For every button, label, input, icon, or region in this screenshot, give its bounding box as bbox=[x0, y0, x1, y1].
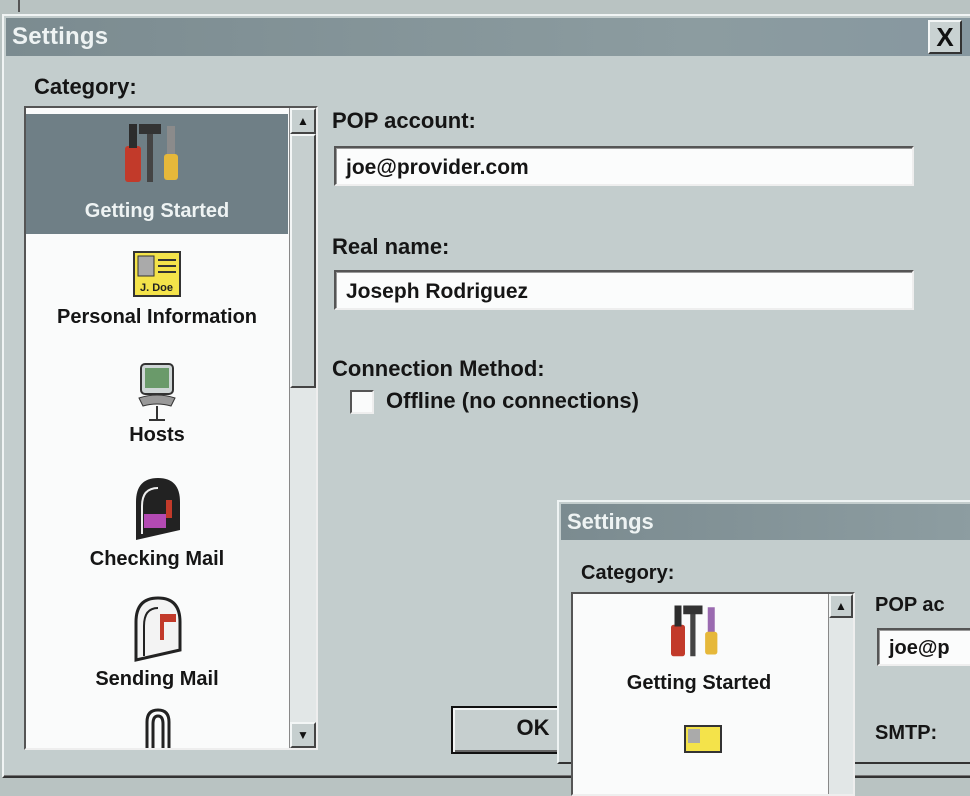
category-list[interactable]: Getting Started J. Doe Personal Informat… bbox=[24, 106, 318, 750]
category-label: Category: bbox=[34, 74, 137, 99]
real-name-label: Real name: bbox=[332, 234, 450, 259]
pop-account-label: POP account: bbox=[332, 108, 476, 133]
tools-icon bbox=[671, 605, 718, 657]
category-item-personal-information[interactable]: J. Doe Personal Information bbox=[26, 248, 288, 348]
scroll-thumb[interactable] bbox=[290, 134, 316, 388]
arrow-up-icon: ▲ bbox=[835, 599, 847, 613]
nested-category-item-getting-started[interactable]: Getting Started bbox=[573, 598, 825, 718]
category-label-text: Checking Mail bbox=[89, 548, 225, 570]
ok-button-label: OK bbox=[516, 715, 550, 740]
nested-pop-account-input[interactable]: joe@p bbox=[877, 628, 970, 666]
nested-smtp-label: SMTP: bbox=[875, 722, 938, 744]
category-item-sending-mail[interactable]: Sending Mail bbox=[26, 590, 288, 700]
paperclip-icon bbox=[145, 708, 171, 748]
nested-category-label: Category: bbox=[581, 562, 675, 584]
category-label-text: Getting Started bbox=[626, 672, 772, 694]
category-scrollbar[interactable]: ▲ ▼ bbox=[289, 108, 316, 748]
dialog-title: Settings bbox=[12, 23, 109, 50]
category-item-hosts[interactable]: Hosts bbox=[26, 358, 288, 458]
nested-scroll-up-button[interactable]: ▲ bbox=[829, 594, 853, 618]
background-edge-line bbox=[18, 0, 20, 12]
computer-icon bbox=[138, 363, 176, 421]
category-label-text: Getting Started bbox=[84, 200, 230, 222]
title-bar: Settings bbox=[6, 18, 970, 56]
arrow-down-icon: ▼ bbox=[297, 728, 309, 742]
category-item-checking-mail[interactable]: Checking Mail bbox=[26, 470, 288, 580]
category-label-text: Sending Mail bbox=[95, 668, 219, 690]
category-label-text: Personal Information bbox=[56, 306, 258, 328]
nested-dialog-title: Settings bbox=[567, 509, 654, 534]
connection-method-label: Connection Method: bbox=[332, 356, 545, 381]
nested-pop-account-label: POP ac bbox=[875, 594, 945, 616]
category-item-getting-started[interactable]: Getting Started bbox=[26, 114, 288, 234]
arrow-up-icon: ▲ bbox=[297, 114, 309, 128]
category-label-text: Hosts bbox=[129, 424, 185, 446]
nested-category-list[interactable]: Getting Started ▲ bbox=[571, 592, 855, 796]
scroll-up-button[interactable]: ▲ bbox=[290, 108, 316, 134]
nested-title-bar: Settings bbox=[561, 504, 970, 540]
svg-text:J. Doe: J. Doe bbox=[140, 282, 173, 294]
id-card-icon: J. Doe bbox=[133, 251, 181, 297]
nested-settings-dialog: Settings Category: Getting Started ▲ POP… bbox=[557, 500, 970, 796]
id-card-icon bbox=[684, 725, 722, 753]
scroll-down-button[interactable]: ▼ bbox=[290, 722, 316, 748]
mailbox-flag-icon bbox=[134, 596, 182, 662]
offline-checkbox[interactable] bbox=[350, 390, 374, 414]
mailbox-icon bbox=[136, 478, 180, 540]
pop-account-input[interactable]: joe@provider.com bbox=[334, 146, 914, 186]
tools-icon bbox=[125, 124, 178, 182]
close-icon: X bbox=[936, 22, 954, 52]
real-name-input[interactable]: Joseph Rodriguez bbox=[334, 270, 914, 310]
offline-checkbox-label[interactable]: Offline (no connections) bbox=[386, 388, 639, 414]
close-button[interactable]: X bbox=[928, 20, 962, 54]
nested-category-scrollbar[interactable]: ▲ bbox=[828, 594, 853, 794]
